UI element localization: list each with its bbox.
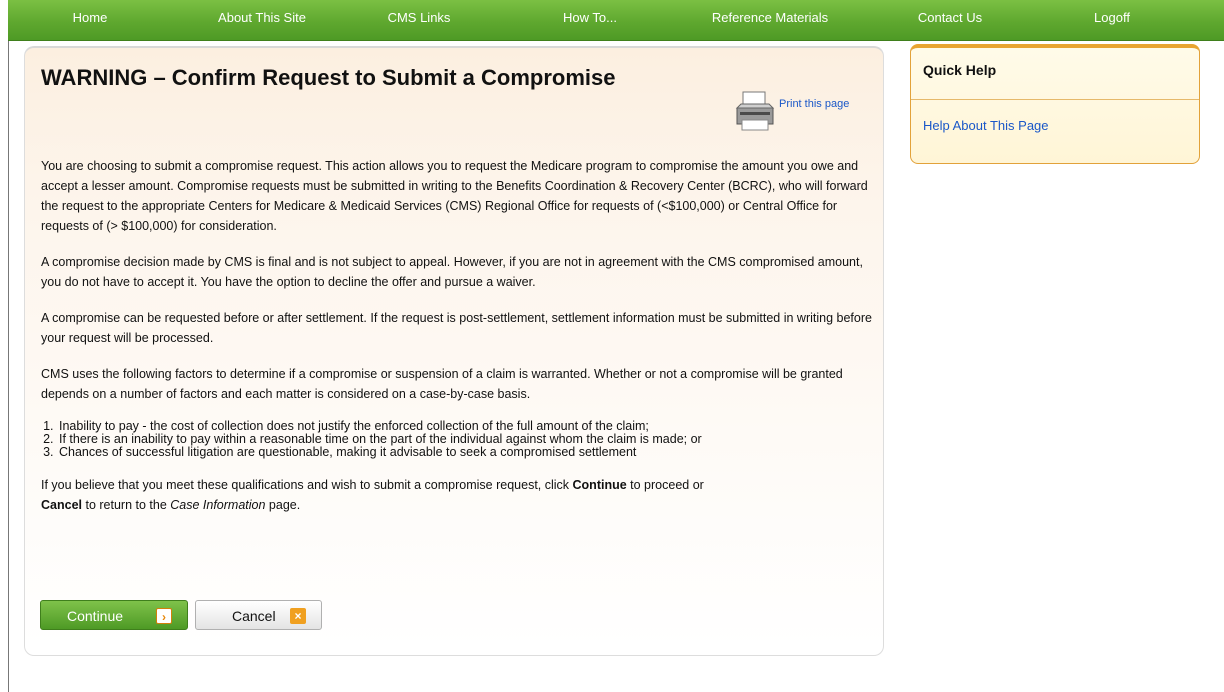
factors-list: Inability to pay - the cost of collectio… [41,420,873,459]
paragraph-compromise-intro: You are choosing to submit a compromise … [41,159,868,233]
case-information-reference: Case Information [170,498,266,512]
paragraph-factors-intro: CMS uses the following factors to determ… [41,367,843,401]
paragraph-decision-final: A compromise decision made by CMS is fin… [41,255,863,289]
nav-home[interactable]: Home [73,0,108,40]
instructions-text: to proceed or [626,478,704,492]
nav-how-to[interactable]: How To... [563,0,617,40]
nav-contact-us[interactable]: Contact Us [918,0,982,40]
quick-help-box: Quick Help Help About This Page [910,44,1200,164]
warning-content: You are choosing to submit a compromise … [41,156,873,531]
top-navigation-bar: Home About This Site CMS Links How To...… [8,0,1224,41]
instructions-text: to return to the [82,498,171,512]
close-icon: × [290,608,306,624]
page-frame-left-border [8,40,9,692]
factor-item: Chances of successful litigation are que… [57,446,873,459]
nav-reference-materials[interactable]: Reference Materials [712,0,828,40]
quick-help-title: Quick Help [911,48,1199,100]
instructions-text: If you believe that you meet these quali… [41,478,573,492]
print-page-control: Print this page [733,90,878,140]
paragraph-before-after-settlement: A compromise can be requested before or … [41,311,872,345]
print-page-link[interactable]: Print this page [779,98,849,110]
nav-about-this-site[interactable]: About This Site [218,0,306,40]
cancel-button-label: Cancel [232,608,276,624]
page-title: WARNING – Confirm Request to Submit a Co… [41,65,616,90]
main-content-panel: WARNING – Confirm Request to Submit a Co… [24,46,884,656]
help-about-this-page-link[interactable]: Help About This Page [923,118,1049,133]
instructions-text: page. [265,498,301,512]
nav-cms-links[interactable]: CMS Links [388,0,451,40]
continue-button[interactable]: Continue › [40,600,188,630]
chevron-right-icon: › [156,608,172,624]
continue-keyword: Continue [572,478,627,492]
cancel-keyword: Cancel [41,498,82,512]
continue-button-label: Continue [67,608,124,624]
printer-icon[interactable] [733,90,777,132]
cancel-button[interactable]: Cancel × [195,600,322,630]
nav-logoff[interactable]: Logoff [1094,0,1130,40]
paragraph-instructions: If you believe that you meet these quali… [41,475,873,515]
